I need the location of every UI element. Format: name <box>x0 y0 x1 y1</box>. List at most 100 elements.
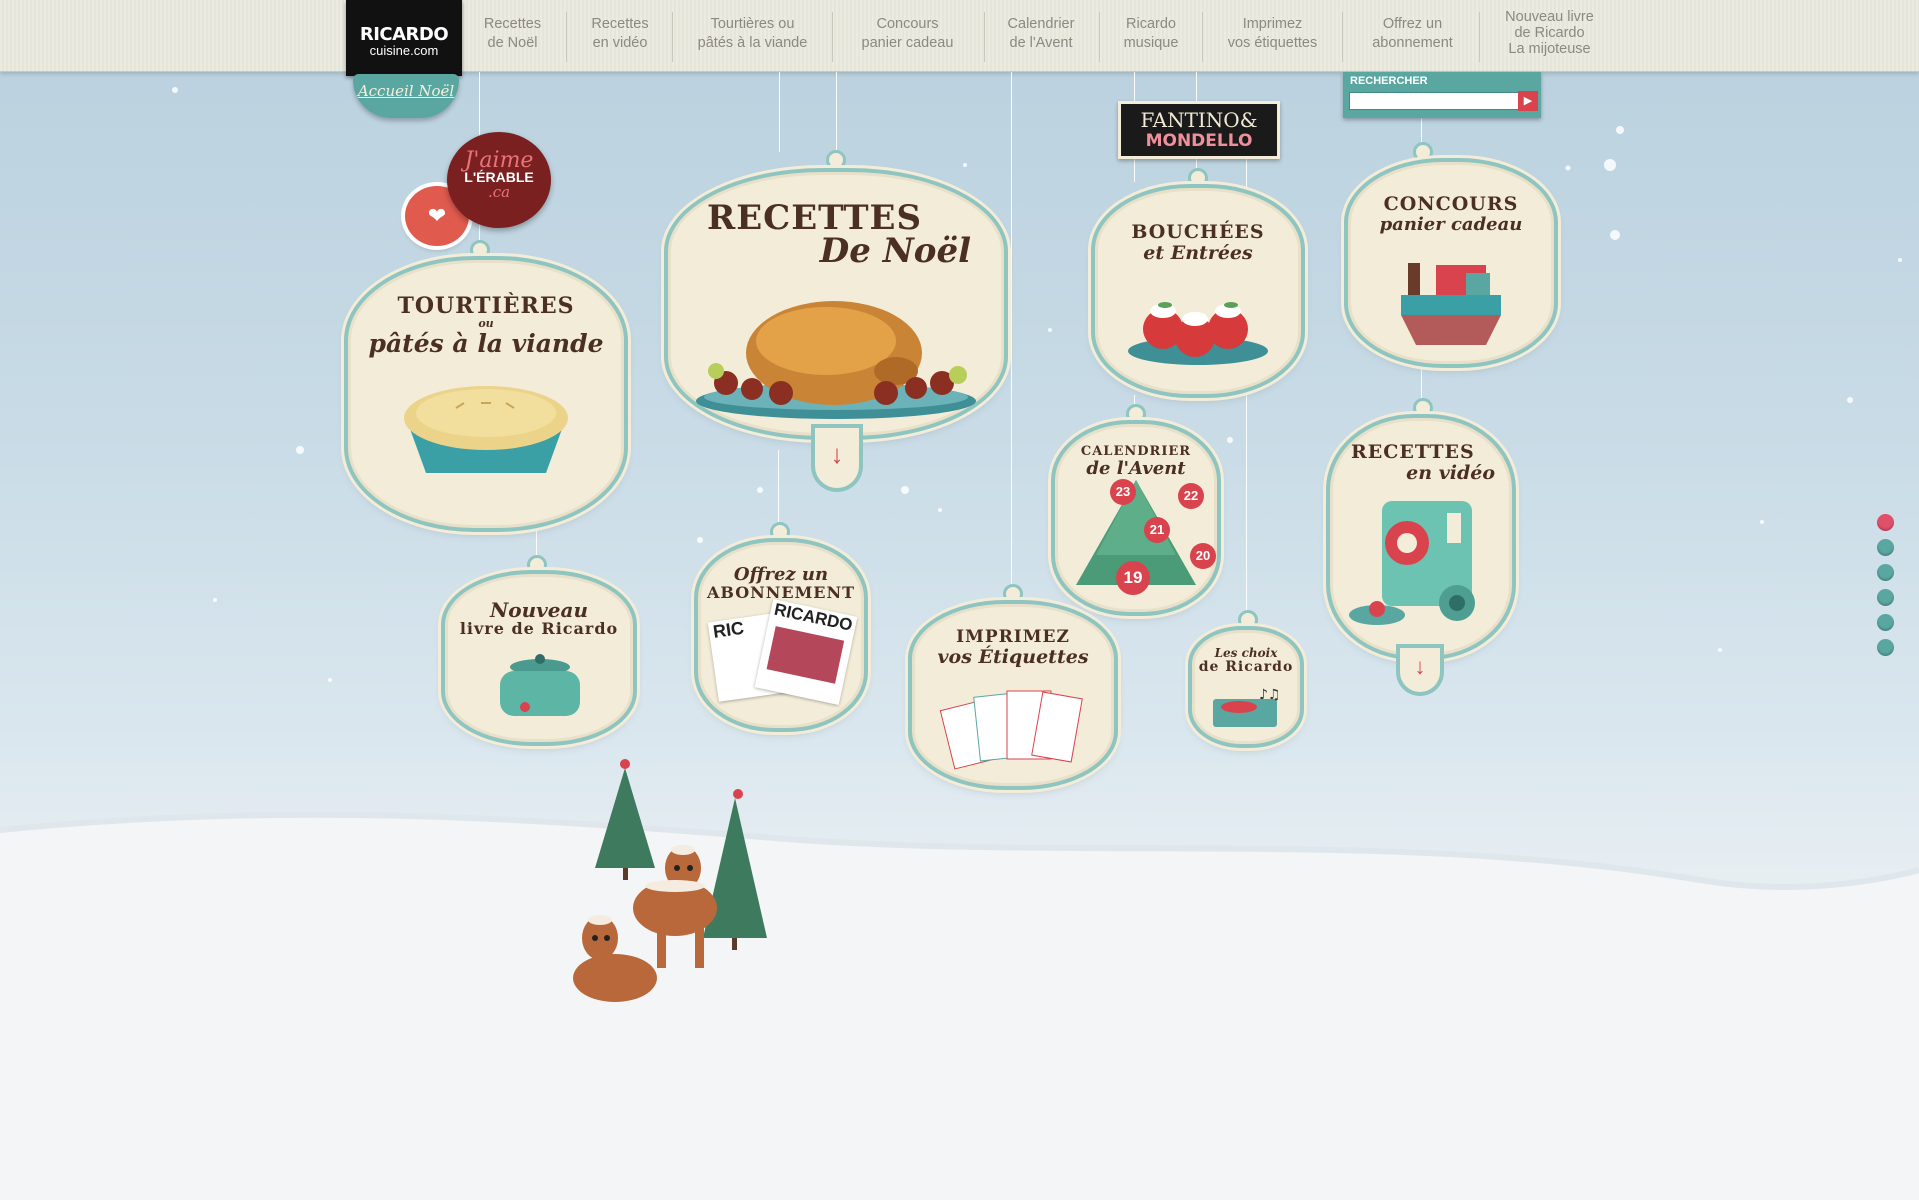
slide-dot-5[interactable] <box>1877 614 1894 631</box>
tag-video-arrow-tab[interactable]: ↓ <box>1400 648 1440 692</box>
search-box: RECHERCHER ▶ <box>1343 72 1541 118</box>
tag-subtitle: livre de Ricardo <box>459 619 619 638</box>
deer-figurines-illustration <box>573 759 767 1002</box>
tag-subtitle: de Ricardo <box>1198 659 1294 676</box>
tag-subtitle: De Noël <box>819 230 971 271</box>
tag-calendrier[interactable]: CALENDRIER de l'Avent 23 22 21 20 19 <box>1055 424 1217 612</box>
slide-dot-1[interactable] <box>1877 514 1894 531</box>
ricardo-logo[interactable]: RICARDO cuisine.com <box>346 0 462 76</box>
nav-etiquettes[interactable]: Imprimez vos étiquettes <box>1210 15 1335 65</box>
tag-ring <box>1126 404 1146 424</box>
tag-subtitle: pâtés à la viande <box>368 329 604 359</box>
nav-separator <box>566 12 567 62</box>
svg-text:♪♫: ♪♫ <box>1259 687 1281 703</box>
tag-title: BOUCHÉES <box>1131 221 1265 243</box>
hanging-string <box>779 72 780 152</box>
meat-pie-illustration <box>404 386 568 473</box>
accueil-noel-label: Accueil Noël <box>357 82 455 100</box>
mondello-text: MONDELLO <box>1145 131 1253 151</box>
tag-title: RECETTES <box>1351 441 1475 463</box>
magazine-photo <box>766 626 845 684</box>
nav-separator <box>672 12 673 62</box>
advent-day-badge[interactable]: 21 <box>1144 517 1170 543</box>
slide-dot-3[interactable] <box>1877 564 1894 581</box>
slow-cooker-illustration <box>500 654 580 716</box>
heart-drop-icon: ❤ <box>427 203 447 228</box>
tag-nouveau-livre[interactable]: Nouveau livre de Ricardo <box>445 574 633 742</box>
gift-basket-illustration <box>1401 263 1501 345</box>
tag-subtitle: en vidéo <box>1406 461 1495 484</box>
tag-concours[interactable]: CONCOURS panier cadeau <box>1348 162 1554 364</box>
tag-subtitle: vos Étiquettes <box>937 645 1089 668</box>
tag-recettes-video[interactable]: RECETTES en vidéo <box>1330 418 1512 656</box>
hanging-string <box>1421 365 1422 400</box>
nav-musique[interactable]: Ricardo musique <box>1106 15 1196 65</box>
advent-day-badge[interactable]: 22 <box>1178 483 1204 509</box>
hanging-string <box>836 72 837 152</box>
nav-separator <box>1202 12 1203 62</box>
advent-day-badge[interactable]: 23 <box>1110 479 1136 505</box>
down-arrow-icon: ↓ <box>1414 654 1426 679</box>
search-label: RECHERCHER <box>1350 75 1428 87</box>
nav-concours[interactable]: Concours panier cadeau <box>840 15 975 65</box>
tag-noel-arrow-tab[interactable]: ↓ <box>815 428 859 488</box>
tag-subtitle: panier cadeau <box>1379 213 1523 235</box>
tag-ring <box>527 555 547 575</box>
nav-nouveau-livre[interactable]: Nouveau livre de Ricardo La mijoteuse <box>1487 9 1612 59</box>
slide-dot-4[interactable] <box>1877 589 1894 606</box>
printed-labels-illustration <box>939 690 1083 770</box>
nav-recettes-noel[interactable]: Recettes de Noël <box>470 15 555 65</box>
hanging-string <box>778 450 779 530</box>
tag-ring <box>1413 398 1433 418</box>
hanging-string <box>1011 72 1012 587</box>
search-submit-button[interactable]: ▶ <box>1518 91 1538 111</box>
tag-title: Nouveau <box>489 598 588 622</box>
magazine-cover: RICARDO <box>754 599 858 705</box>
tag-title: IMPRIMEZ <box>956 627 1070 647</box>
erable-domain: .ca <box>487 183 511 201</box>
nav-separator <box>832 12 833 62</box>
stuffed-tomatoes-illustration <box>1128 302 1268 365</box>
jaime-erable-bubble[interactable]: J'aime L'ÉRABLE .ca <box>447 132 551 228</box>
advent-day-badge[interactable]: 20 <box>1190 543 1216 569</box>
snow-ground <box>0 811 1919 1200</box>
advent-day-badge[interactable]: 19 <box>1116 561 1150 595</box>
tag-recettes-noel[interactable]: RECETTES De Noël <box>668 172 1004 436</box>
tag-ring <box>470 240 490 260</box>
record-player-illustration: ♪♫ <box>1213 687 1281 727</box>
tag-ricardo-musique[interactable]: Les choix de Ricardo ♪♫ <box>1192 630 1300 744</box>
tag-ring <box>1003 584 1023 604</box>
logo-wordmark: RICARDO <box>359 24 449 45</box>
tag-ring <box>1188 168 1208 188</box>
nav-separator <box>1099 12 1100 62</box>
tag-tourtieres[interactable]: TOURTIÈRES ou pâtés à la viande <box>348 260 624 528</box>
play-arrow-icon: ▶ <box>1523 95 1533 107</box>
fantino-mondello-logo[interactable]: FANTINO& MONDELLO <box>1118 101 1280 159</box>
tag-subtitle: et Entrées <box>1143 241 1253 264</box>
tag-ring <box>1413 142 1433 162</box>
tag-etiquettes[interactable]: IMPRIMEZ vos Étiquettes <box>912 604 1114 786</box>
slide-dot-2[interactable] <box>1877 539 1894 556</box>
search-input[interactable] <box>1349 92 1519 110</box>
tag-title: Offrez un <box>733 564 829 585</box>
tag-abonnement[interactable]: Offrez un ABONNEMENT RIC RICARDO <box>698 542 864 728</box>
tag-ring <box>1238 610 1258 630</box>
nav-calendrier[interactable]: Calendrier de l'Avent <box>991 15 1091 65</box>
magazine-title: RIC <box>711 617 746 642</box>
nav-tourtieres[interactable]: Tourtières ou pâtés à la viande <box>680 15 825 65</box>
tag-ring <box>826 150 846 170</box>
tag-title: TOURTIÈRES <box>397 293 575 319</box>
nav-recettes-video[interactable]: Recettes en vidéo <box>575 15 665 65</box>
logo-domain: cuisine.com <box>369 43 439 58</box>
film-camera-illustration <box>1349 501 1475 625</box>
fantino-text: FANTINO& <box>1140 108 1258 132</box>
nav-separator <box>984 12 985 62</box>
nav-abonnement[interactable]: Offrez un abonnement <box>1350 15 1475 65</box>
tag-ring <box>770 522 790 542</box>
tag-bouchees[interactable]: BOUCHÉES et Entrées <box>1095 188 1301 394</box>
roast-turkey-illustration <box>696 301 976 419</box>
nav-separator <box>1479 12 1480 62</box>
tag-title: CONCOURS <box>1383 193 1519 215</box>
nav-separator <box>1342 12 1343 62</box>
slide-dot-6[interactable] <box>1877 639 1894 656</box>
